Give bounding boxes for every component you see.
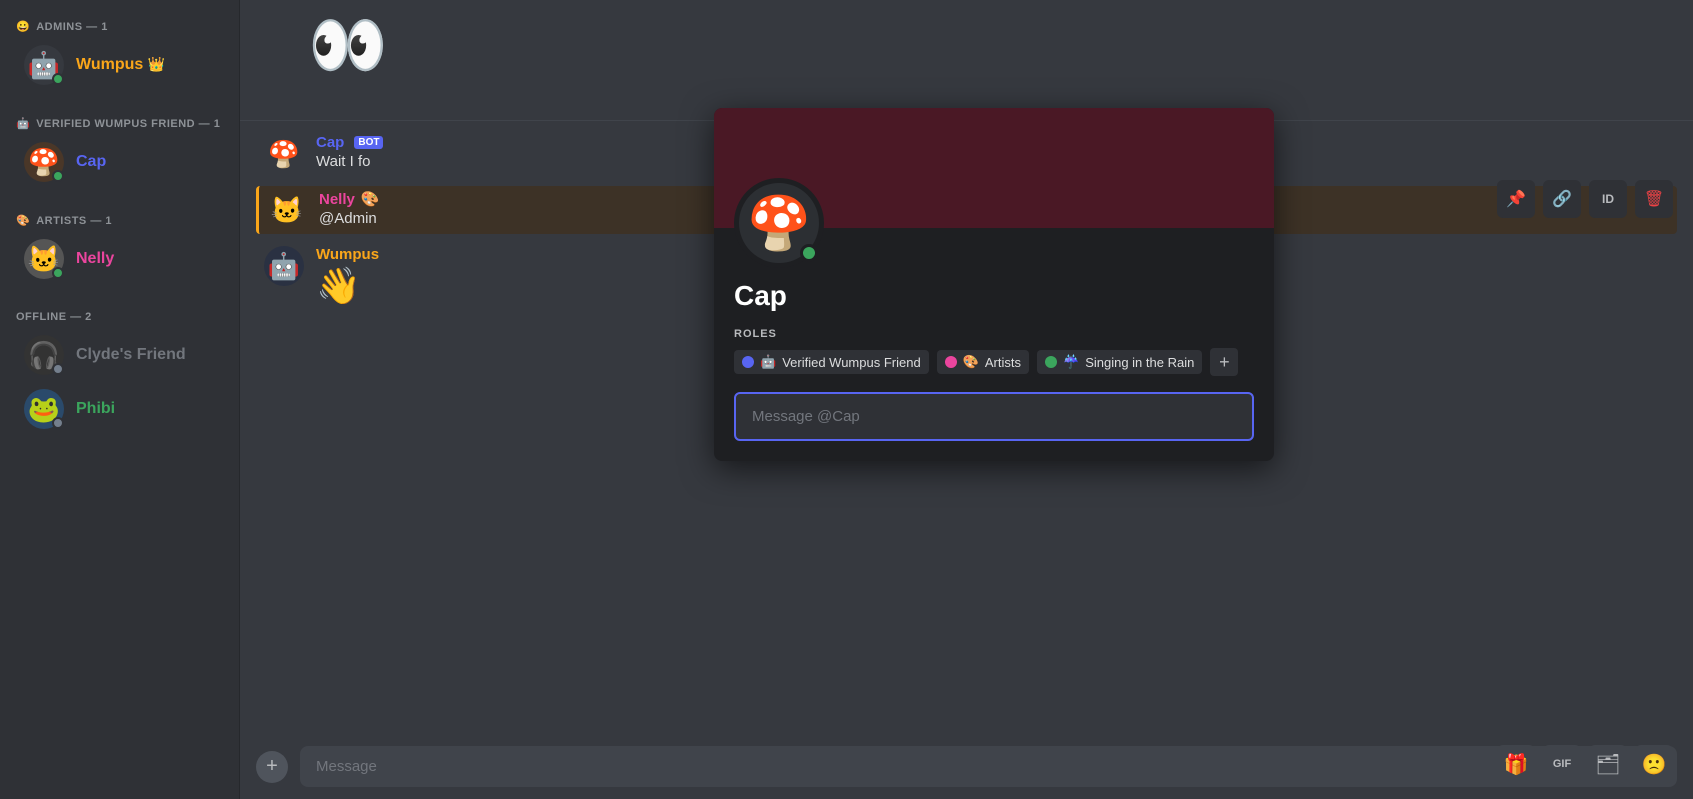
singing-role-dot <box>1045 356 1057 368</box>
member-wumpus[interactable]: 🤖 Wumpus 👑 <box>8 39 231 91</box>
profile-avatar-area: 🍄 <box>734 178 824 268</box>
cap-bot-tag: BOT <box>354 136 383 149</box>
admins-label: ADMINS — 1 <box>36 21 108 33</box>
cap-msg-avatar: 🍄 <box>264 134 304 174</box>
gif-button[interactable]: GIF <box>1543 745 1581 783</box>
roles-section: ROLES 🤖 Verified Wumpus Friend 🎨 Artists… <box>734 328 1254 376</box>
gif-label: GIF <box>1553 758 1571 770</box>
nelly-status-dot <box>52 267 64 279</box>
verified-header: 🤖 VERIFIED WUMPUS FRIEND — 1 <box>0 109 239 134</box>
add-role-icon: + <box>1219 352 1230 373</box>
emoji-button[interactable]: 🙁 <box>1635 745 1673 783</box>
cap-msg-author-name: Cap <box>316 134 344 151</box>
clyde-avatar-container: 🎧 <box>24 335 64 375</box>
link-button[interactable]: 🔗 <box>1543 180 1581 218</box>
phibi-name: Phibi <box>76 400 115 418</box>
sidebar: 😀 ADMINS — 1 🤖 Wumpus 👑 🤖 VERIFIED WUMPU… <box>0 0 240 799</box>
role-badge-verified[interactable]: 🤖 Verified Wumpus Friend <box>734 350 929 374</box>
nelly-msg-author-name: Nelly <box>319 191 355 208</box>
profile-banner: 🍄 <box>714 108 1274 228</box>
artists-emoji: 🎨 <box>16 214 30 227</box>
artists-role-dot <box>945 356 957 368</box>
wumpus-avatar-container: 🤖 <box>24 45 64 85</box>
profile-status-dot <box>800 244 818 262</box>
verified-role-dot <box>742 356 754 368</box>
admins-emoji: 😀 <box>16 20 30 33</box>
sticker-icon: 🗂 <box>1595 752 1620 777</box>
add-attachment-button[interactable]: + <box>256 751 288 783</box>
wumpus-status-dot <box>52 73 64 85</box>
chat-input[interactable] <box>300 746 1677 787</box>
wumpus-name: Wumpus 👑 <box>76 56 165 74</box>
artists-header: 🎨 ARTISTS — 1 <box>0 206 239 231</box>
profile-name: Cap <box>734 280 1254 312</box>
delete-button[interactable]: 🗑 <box>1635 180 1673 218</box>
nelly-avatar-container: 🐱 <box>24 239 64 279</box>
nelly-artist-icon: 🎨 <box>361 190 380 208</box>
roles-row: 🤖 Verified Wumpus Friend 🎨 Artists ☔ Sin… <box>734 348 1254 376</box>
verified-emoji: 🤖 <box>16 117 30 130</box>
verified-label: VERIFIED WUMPUS FRIEND — 1 <box>36 118 220 130</box>
id-label: ID <box>1602 192 1614 206</box>
pin-icon: 📌 <box>1506 189 1526 209</box>
eyes-decoration: 👀 <box>300 0 396 91</box>
wumpus-msg-author-name: Wumpus <box>316 246 379 263</box>
artists-role-icon: 🎨 <box>963 354 979 370</box>
nelly-name: Nelly <box>76 250 114 268</box>
wumpus-crown-icon: 👑 <box>148 56 165 72</box>
gift-button[interactable]: 🎁 <box>1497 745 1535 783</box>
pin-button[interactable]: 📌 <box>1497 180 1535 218</box>
link-icon: 🔗 <box>1552 189 1572 209</box>
nelly-msg-avatar: 🐱 <box>267 190 307 230</box>
artists-label: ARTISTS — 1 <box>36 215 112 227</box>
cap-name: Cap <box>76 153 106 171</box>
roles-label: ROLES <box>734 328 1254 340</box>
singing-role-icon: ☔ <box>1063 354 1079 370</box>
clyde-status-dot <box>52 363 64 375</box>
offline-header: OFFLINE — 2 <box>0 303 239 327</box>
add-role-button[interactable]: + <box>1210 348 1238 376</box>
member-phibi[interactable]: 🐸 Phibi <box>8 383 231 435</box>
clyde-name: Clyde's Friend <box>76 346 186 364</box>
wumpus-msg-avatar: 🤖 <box>264 246 304 286</box>
popup-action-buttons: 📌 🔗 ID 🗑 <box>1497 180 1673 218</box>
id-button[interactable]: ID <box>1589 180 1627 218</box>
phibi-status-dot <box>52 417 64 429</box>
role-badge-artists[interactable]: 🎨 Artists <box>937 350 1029 374</box>
phibi-avatar-container: 🐸 <box>24 389 64 429</box>
bottom-action-buttons: 🎁 GIF 🗂 🙁 <box>1497 745 1673 783</box>
member-nelly[interactable]: 🐱 Nelly <box>8 233 231 285</box>
emoji-icon: 🙁 <box>1642 752 1667 777</box>
verified-role-label: Verified Wumpus Friend <box>782 355 921 370</box>
verified-role-icon: 🤖 <box>760 354 776 370</box>
profile-popup: 🍄 Cap ROLES 🤖 Verified Wumpus Friend 🎨 A… <box>714 108 1274 461</box>
role-badge-singing[interactable]: ☔ Singing in the Rain <box>1037 350 1202 374</box>
gift-icon: 🎁 <box>1504 752 1529 777</box>
sticker-button[interactable]: 🗂 <box>1589 745 1627 783</box>
offline-label: OFFLINE — 2 <box>16 311 92 323</box>
cap-status-dot <box>52 170 64 182</box>
member-cap[interactable]: 🍄 Cap <box>8 136 231 188</box>
delete-icon: 🗑 <box>1644 189 1664 209</box>
eyes-emoji: 👀 <box>308 9 388 81</box>
profile-message-input[interactable] <box>734 392 1254 441</box>
cap-avatar-container: 🍄 <box>24 142 64 182</box>
member-clyde[interactable]: 🎧 Clyde's Friend <box>8 329 231 381</box>
chat-input-area: + <box>240 734 1693 799</box>
singing-role-label: Singing in the Rain <box>1085 355 1194 370</box>
admins-header: 😀 ADMINS — 1 <box>0 12 239 37</box>
artists-role-label: Artists <box>985 355 1021 370</box>
